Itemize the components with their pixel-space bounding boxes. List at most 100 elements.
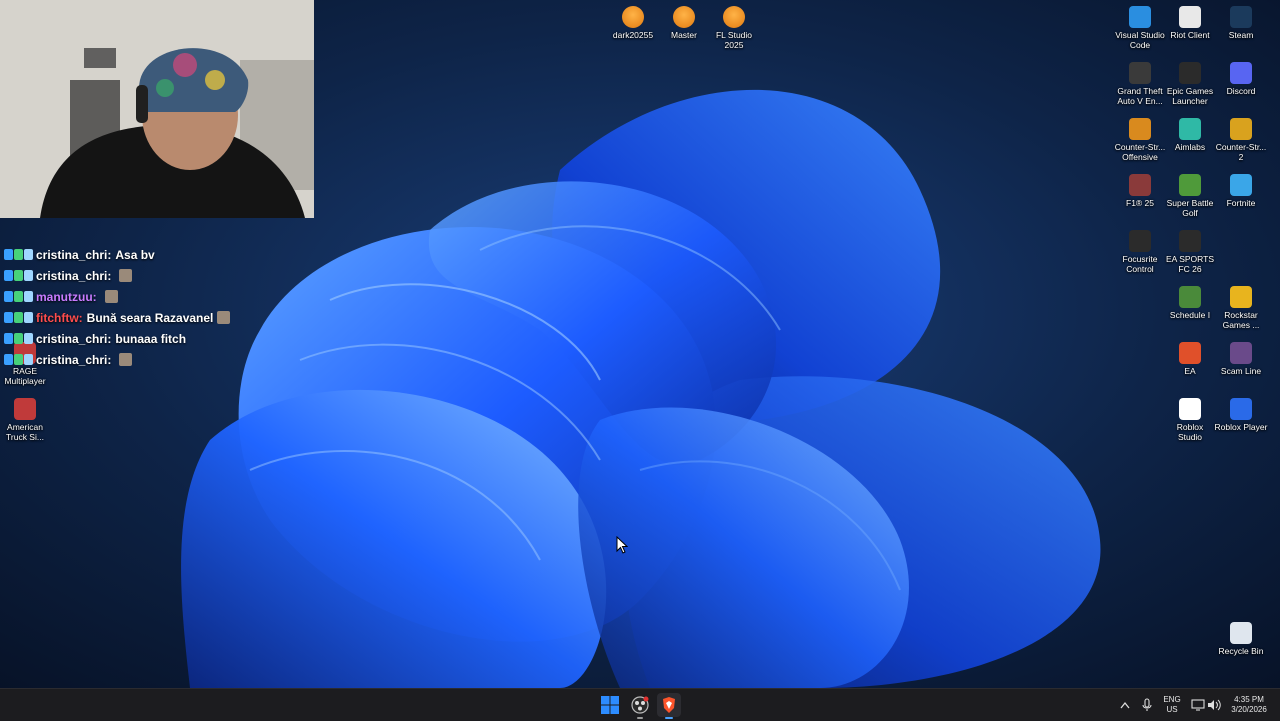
desktop-icon-label: Schedule I: [1169, 310, 1211, 320]
ea-icon: [1179, 342, 1201, 364]
desktop-icon[interactable]: Fortnite: [1212, 170, 1270, 208]
schedule-icon: [1179, 286, 1201, 308]
chat-badge-icon: [24, 333, 33, 344]
csgo-icon: [1129, 118, 1151, 140]
desktop-icon[interactable]: EA SPORTS FC 26: [1161, 226, 1219, 274]
chat-message: manutzuu:: [4, 286, 314, 307]
discord-icon: [1230, 62, 1252, 84]
desktop-icon[interactable]: FL Studio 2025: [705, 2, 763, 50]
fl-studio-icon: [622, 6, 644, 28]
chat-badge-icon: [14, 270, 23, 281]
desktop-icon-label: FL Studio 2025: [715, 30, 753, 50]
desktop-icon-label: Counter-Str... 2: [1215, 142, 1267, 162]
webcam-overlay: [0, 0, 314, 218]
brave-browser-icon: [663, 697, 675, 713]
chat-badge-icon: [24, 270, 33, 281]
chat-badge-icon: [4, 270, 13, 281]
chevron-up-icon: [1120, 701, 1130, 709]
microphone-icon: [1142, 698, 1152, 711]
chat-username: cristina_chri:: [36, 247, 112, 262]
chat-emote-icon: [119, 269, 133, 282]
webcam-feed: [0, 0, 314, 218]
desktop-icon[interactable]: Rockstar Games ...: [1212, 282, 1270, 330]
clock-date: 3/20/2026: [1231, 705, 1267, 714]
desktop-icon-label: dark20255: [612, 30, 654, 40]
chat-username: cristina_chri:: [36, 268, 112, 283]
chat-badge-icon: [4, 291, 13, 302]
chat-badges: [4, 312, 33, 323]
chat-text: bunaaa fitch: [115, 331, 187, 346]
fortnite-icon: [1230, 174, 1252, 196]
chat-message: cristina_chri:: [4, 265, 314, 286]
desktop-icon-label: Riot Client: [1170, 30, 1210, 40]
vscode-icon: [1129, 6, 1151, 28]
epic-games-icon: [1179, 62, 1201, 84]
gta-icon: [1129, 62, 1151, 84]
desktop-icon[interactable]: Counter-Str... 2: [1212, 114, 1270, 162]
chat-text: Bună seara Razavanel: [86, 310, 214, 325]
clock[interactable]: 4:35 PM 3/20/2026: [1226, 695, 1272, 715]
chat-text: Asa bv: [115, 247, 155, 262]
cs2-icon: [1230, 118, 1252, 140]
desktop-icon[interactable]: Discord: [1212, 58, 1270, 96]
desktop-icon-label: Epic Games Launcher: [1166, 86, 1214, 106]
chat-message: cristina_chri:: [4, 349, 314, 370]
ea-fc-icon: [1179, 230, 1201, 252]
ats-icon: [14, 398, 36, 420]
chat-badge-icon: [14, 291, 23, 302]
desktop-icon[interactable]: Roblox Player: [1212, 394, 1270, 432]
desktop-icon[interactable]: Scam Line: [1212, 338, 1270, 376]
chat-message: cristina_chri: bunaaa fitch: [4, 328, 314, 349]
running-indicator: [637, 717, 643, 719]
chat-message: fitchftw: Bună seara Razavanel: [4, 307, 314, 328]
roblox-studio-icon: [1179, 398, 1201, 420]
aimlabs-icon: [1179, 118, 1201, 140]
desktop-icon-label: Super Battle Golf: [1166, 198, 1214, 218]
desktop-icon[interactable]: Aimlabs: [1161, 114, 1219, 152]
mouse-cursor-icon: [616, 536, 628, 554]
volume-tray-button[interactable]: [1203, 693, 1225, 717]
chat-badge-icon: [4, 354, 13, 365]
chat-badges: [4, 333, 33, 344]
desktop-icon-label: Rockstar Games ...: [1222, 310, 1260, 330]
desktop-icon-label: EA SPORTS FC 26: [1165, 254, 1215, 274]
desktop-icon-label: Roblox Studio: [1176, 422, 1204, 442]
show-hidden-icons-button[interactable]: [1114, 693, 1136, 717]
desktop-icon-label: Discord: [1226, 86, 1256, 96]
desktop-icon-label: Fortnite: [1226, 198, 1256, 208]
taskbar-app-obs[interactable]: [628, 693, 652, 719]
microphone-tray-button[interactable]: [1136, 693, 1158, 717]
desktop-icon[interactable]: Steam: [1212, 2, 1270, 40]
fl-studio-icon: [723, 6, 745, 28]
taskbar-app-brave[interactable]: [657, 693, 681, 719]
clock-time: 4:35 PM: [1234, 695, 1264, 704]
taskbar: ENG US 4:35 PM 3/20/2026: [0, 688, 1280, 721]
chat-username: cristina_chri:: [36, 352, 112, 367]
chat-username: manutzuu:: [36, 289, 97, 304]
chat-badge-icon: [24, 291, 33, 302]
desktop-icon[interactable]: American Truck Si...: [0, 394, 54, 442]
desktop-icon-label: American Truck Si...: [6, 422, 44, 442]
desktop-icon[interactable]: Recycle Bin: [1212, 618, 1270, 656]
desktop-icon[interactable]: Riot Client: [1161, 2, 1219, 40]
chat-badge-icon: [4, 333, 13, 344]
language-indicator[interactable]: ENG US: [1160, 695, 1184, 715]
chat-badges: [4, 291, 33, 302]
rockstar-icon: [1230, 286, 1252, 308]
start-button[interactable]: [598, 693, 622, 717]
chat-username: cristina_chri:: [36, 331, 112, 346]
chat-badge-icon: [24, 354, 33, 365]
desktop-icon[interactable]: Epic Games Launcher: [1161, 58, 1219, 106]
chat-emote-icon: [104, 290, 118, 303]
desktop-icon[interactable]: Schedule I: [1161, 282, 1219, 320]
chat-emote-icon: [217, 311, 231, 324]
chat-badge-icon: [14, 312, 23, 323]
language-code: ENG: [1163, 695, 1181, 704]
desktop-icon[interactable]: dark20255: [604, 2, 662, 40]
desktop-icon[interactable]: Roblox Studio: [1161, 394, 1219, 442]
chat-badges: [4, 249, 33, 260]
desktop-icon[interactable]: EA: [1161, 338, 1219, 376]
speaker-icon: [1208, 699, 1221, 711]
desktop-icon[interactable]: Super Battle Golf: [1161, 170, 1219, 218]
fl-studio-icon: [673, 6, 695, 28]
